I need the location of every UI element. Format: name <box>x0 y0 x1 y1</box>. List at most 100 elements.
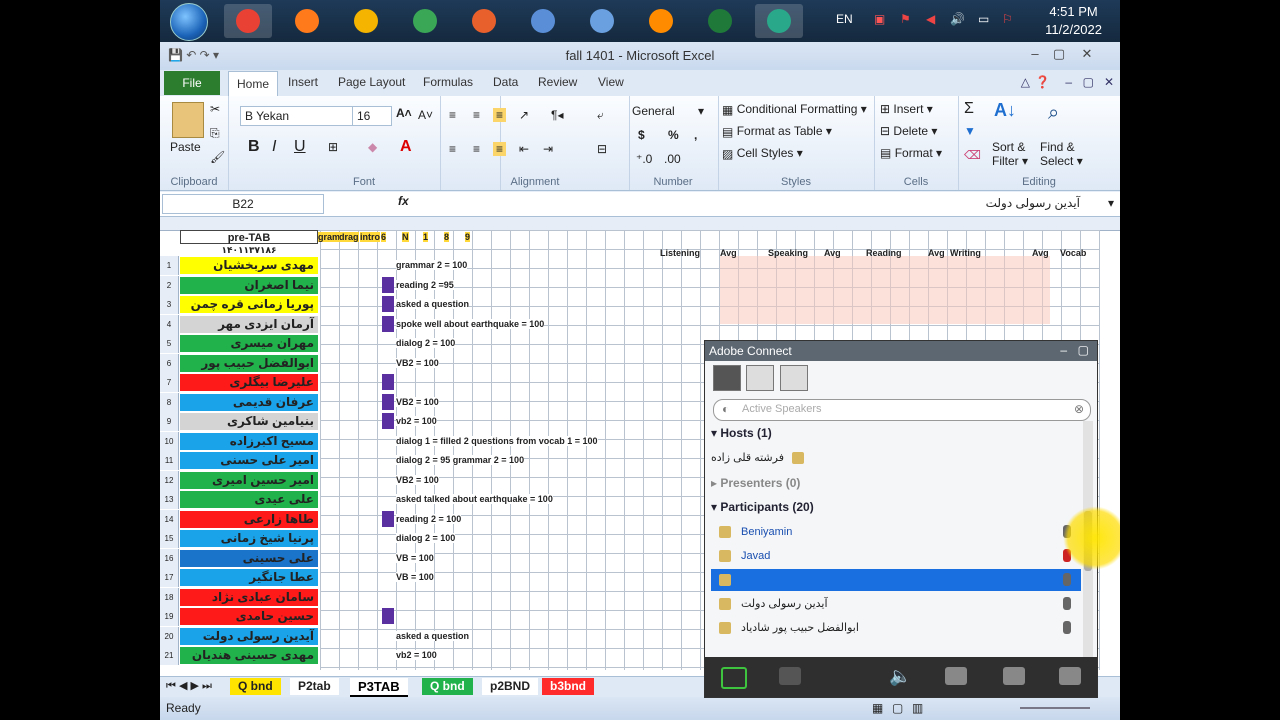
expand-formula-icon[interactable]: ▾ <box>1108 196 1114 210</box>
format-cells-button[interactable]: ▤ Format ▾ <box>880 146 942 160</box>
student-name-cell[interactable]: مهران میسری <box>180 335 318 352</box>
workbook-restore-button[interactable]: ▢ <box>1083 75 1094 89</box>
participant-row[interactable]: Javad <box>711 545 1081 567</box>
display-icon[interactable]: ▭ <box>978 12 989 26</box>
activity-note[interactable]: vb2 = 100 <box>396 416 437 426</box>
flag-icon[interactable]: ⚑ <box>900 12 911 26</box>
student-name-cell[interactable]: سامان عبادی نژاد <box>180 588 318 606</box>
conditional-formatting-button[interactable]: ▦ Conditional Formatting ▾ <box>722 102 867 117</box>
italic-button[interactable]: I <box>272 138 276 156</box>
activity-note[interactable]: reading 2 =95 <box>396 279 454 290</box>
sort-filter-button[interactable]: Sort & Filter ▾ <box>992 140 1028 168</box>
workbook-close-button[interactable]: ✕ <box>1104 75 1114 89</box>
delete-cells-button[interactable]: ⊟ Delete ▾ <box>880 124 937 138</box>
tab-home[interactable]: Home <box>228 71 279 96</box>
font-color-icon[interactable]: A <box>400 138 412 156</box>
hosts-section[interactable]: ▾ Hosts (1) <box>711 423 1081 443</box>
student-name-cell[interactable]: آرمان ایزدی مهر <box>180 315 318 333</box>
speaker-icon[interactable]: ◀ <box>926 12 935 26</box>
student-name-cell[interactable]: حسین حامدی <box>180 608 318 625</box>
row-number[interactable]: 14 <box>160 509 179 529</box>
row-number[interactable]: 11 <box>160 451 179 470</box>
row-number[interactable]: 4 <box>160 314 179 334</box>
sheet-tab-2[interactable]: P3TAB <box>350 678 408 697</box>
autosum-button[interactable]: Σ <box>964 100 974 118</box>
help-icon[interactable]: ❓ <box>1035 75 1050 89</box>
font-size-box[interactable]: 16 <box>352 106 392 126</box>
normal-view-icon[interactable]: ▦ <box>872 701 883 715</box>
name-box[interactable]: B22 <box>162 194 324 214</box>
taskbar-app-5[interactable] <box>519 4 567 38</box>
cut-icon[interactable]: ✂ <box>210 102 220 116</box>
activity-note[interactable]: grammar 2 = 100 <box>396 260 468 270</box>
tab-page-layout[interactable]: Page Layout <box>338 75 405 89</box>
settings-icon[interactable] <box>1059 667 1081 685</box>
chat-icon[interactable] <box>1003 667 1025 685</box>
participant-row[interactable]: Beniyamin <box>711 521 1081 543</box>
minimize-button[interactable]: – <box>1024 46 1046 64</box>
ac-search-box[interactable]: ◐ Active Speakers ⊗ <box>713 399 1091 421</box>
speaker-volume-icon[interactable]: 🔈 <box>889 667 911 685</box>
align-center-icon[interactable]: ≡ <box>473 142 480 156</box>
row-number[interactable]: 12 <box>160 470 179 490</box>
language-indicator[interactable]: EN <box>836 12 853 26</box>
tab-view[interactable]: View <box>598 75 624 89</box>
format-painter-icon[interactable]: 🖌 <box>210 150 225 164</box>
maximize-button[interactable]: ▢ <box>1048 46 1070 64</box>
copy-icon[interactable]: ⎘ <box>210 126 220 141</box>
student-name-cell[interactable]: امیر علی حسنی <box>180 452 318 469</box>
activity-note[interactable]: reading 2 = 100 <box>396 513 462 524</box>
row-number[interactable]: 18 <box>160 587 179 607</box>
align-top-icon[interactable]: ≡ <box>449 108 456 122</box>
underline-button[interactable]: U <box>294 138 306 156</box>
zoom-slider[interactable] <box>1020 707 1090 709</box>
row-number[interactable]: 10 <box>160 431 179 451</box>
student-name-cell[interactable]: علی حسینی <box>180 549 318 567</box>
row-number[interactable]: 17 <box>160 568 179 587</box>
row-number[interactable]: 19 <box>160 607 179 626</box>
comma-button[interactable]: , <box>694 128 697 142</box>
sheet-tab-4[interactable]: p2BND <box>482 678 539 695</box>
student-name-cell[interactable]: آیدین رسولی دولت <box>180 627 318 645</box>
decrease-decimal-icon[interactable]: .00 <box>664 152 681 166</box>
activity-note[interactable]: VB2 = 100 <box>396 357 439 368</box>
student-name-cell[interactable]: نیما اصغران <box>180 276 318 294</box>
student-name-cell[interactable]: مهدی سربخشیان <box>180 257 318 274</box>
orientation-icon[interactable]: ↗ <box>519 108 529 122</box>
align-bottom-icon[interactable]: ≡ <box>493 108 507 122</box>
student-name-cell[interactable]: علیرضا بیگلری <box>180 374 318 391</box>
activity-note[interactable]: VB2 = 100 <box>396 396 439 407</box>
number-format-box[interactable]: General <box>632 104 675 118</box>
paste-button[interactable]: Paste <box>170 140 201 154</box>
participant-row[interactable] <box>711 569 1081 591</box>
tab-insert[interactable]: Insert <box>288 75 318 89</box>
student-name-cell[interactable]: ابوالفضل حبیب پور <box>180 354 318 372</box>
row-number[interactable]: 7 <box>160 373 179 392</box>
number-format-dropdown-icon[interactable]: ▾ <box>698 104 704 118</box>
tab-review[interactable]: Review <box>538 75 577 89</box>
align-middle-icon[interactable]: ≡ <box>473 108 480 122</box>
row-number[interactable]: 15 <box>160 529 179 548</box>
breakout-view-icon[interactable] <box>779 365 808 391</box>
sheet-tab-0[interactable]: Q bnd <box>230 678 281 695</box>
fx-icon[interactable]: fx <box>398 194 409 208</box>
increase-decimal-icon[interactable]: ⁺.0 <box>636 152 652 166</box>
start-button[interactable] <box>170 3 208 41</box>
borders-icon[interactable]: ⊞ <box>328 140 338 154</box>
sort-filter-icon[interactable]: A↓ <box>994 100 1016 121</box>
cell-styles-button[interactable]: ▨ Cell Styles ▾ <box>722 146 803 161</box>
align-left-icon[interactable]: ≡ <box>449 142 456 156</box>
taskbar-app-0[interactable] <box>224 4 272 38</box>
tab-file[interactable]: File <box>164 71 220 95</box>
clock[interactable]: 4:51 PM 11/2/2022 <box>1045 3 1102 39</box>
bold-button[interactable]: B <box>248 138 260 156</box>
student-name-cell[interactable]: طاها زارعی <box>180 510 318 528</box>
student-name-cell[interactable]: امیر حسین امیری <box>180 471 318 489</box>
activity-note[interactable]: VB = 100 <box>396 552 434 563</box>
increase-indent-icon[interactable]: ⇥ <box>543 142 553 156</box>
row-number[interactable]: 5 <box>160 334 179 353</box>
student-name-cell[interactable]: مسیح اکبرزاده <box>180 432 318 450</box>
sheet-tab-3[interactable]: Q bnd <box>422 678 473 695</box>
merge-center-icon[interactable]: ⊟ <box>597 142 607 156</box>
taskbar-app-8[interactable] <box>696 4 744 38</box>
